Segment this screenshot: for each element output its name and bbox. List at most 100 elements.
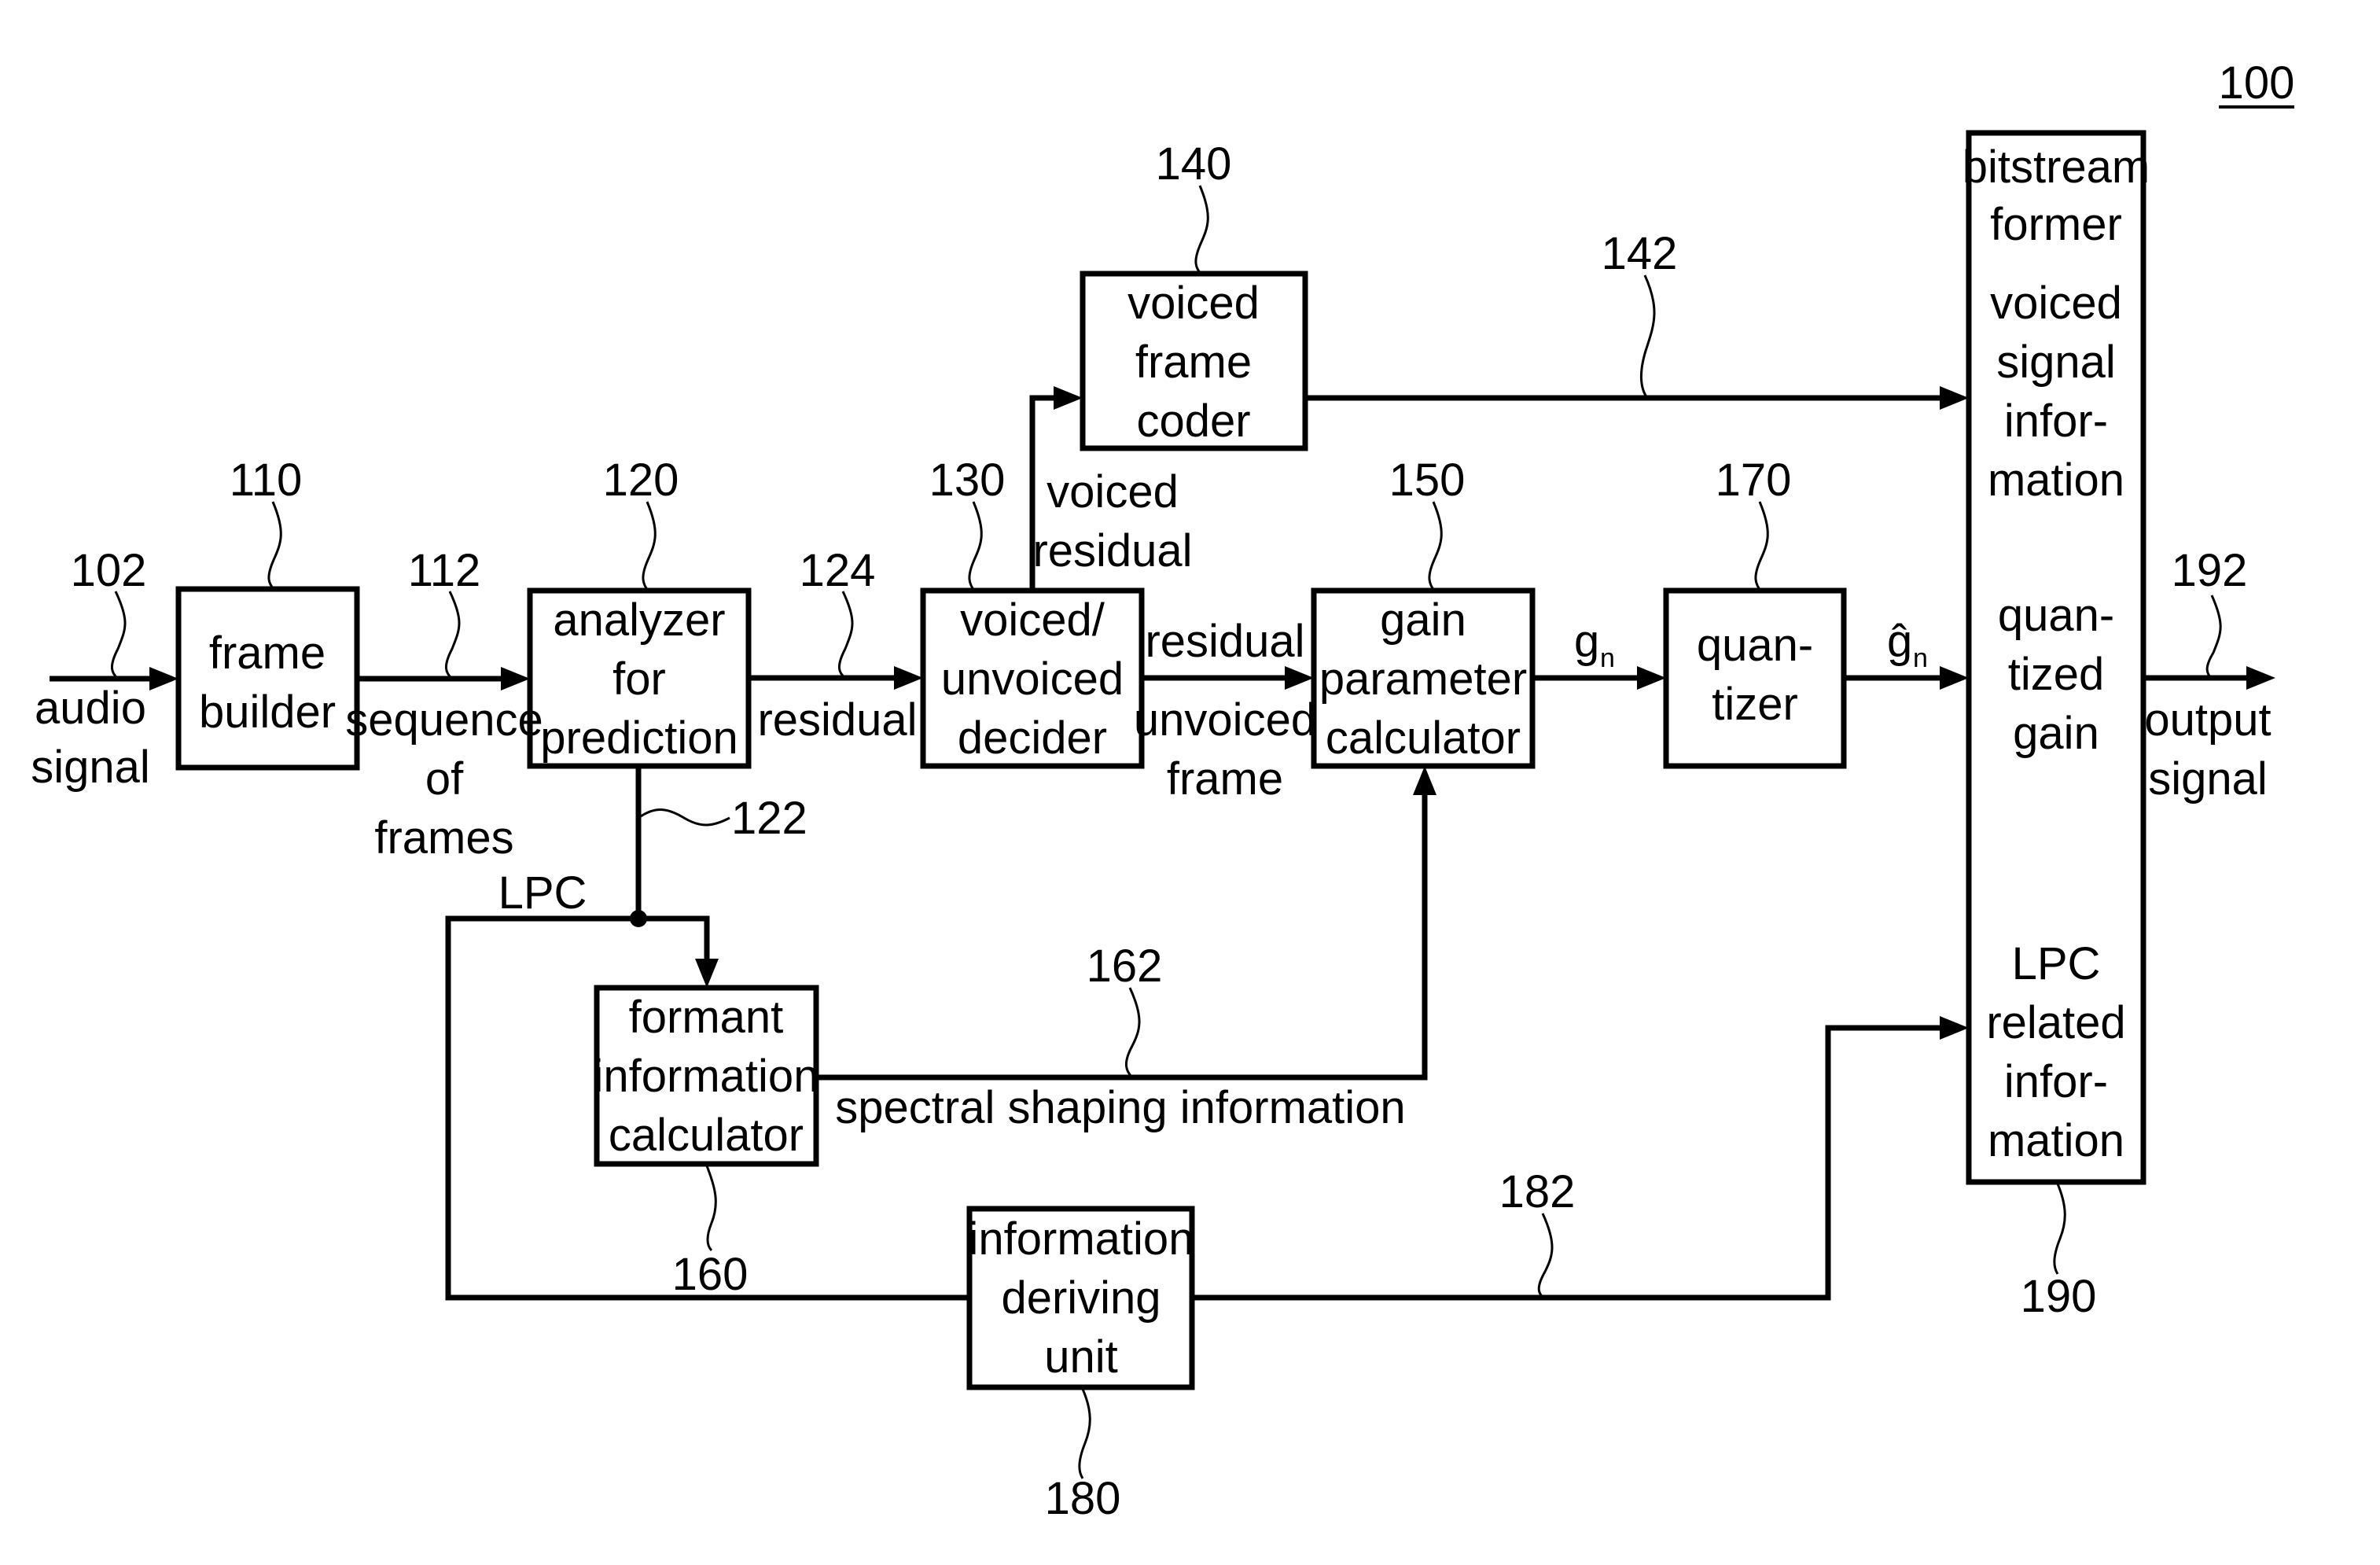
encoder-block-diagram: 100 frame builder analyzer for predictio… [31, 57, 2295, 1524]
info-deriving-line-1: information [969, 1213, 1194, 1265]
figure-number: 100 [2219, 57, 2295, 109]
arrowhead-unvoiced [1285, 666, 1314, 690]
ref-182-text: 182 [1499, 1166, 1576, 1217]
spectral-shaping-label: spectral shaping information [835, 1082, 1405, 1133]
ref-130: 130 [929, 455, 1006, 591]
ref-180-leader [1078, 1386, 1091, 1479]
ref-122-text: 122 [731, 793, 807, 844]
frames-line-3: frames [374, 812, 513, 864]
arrowhead-audio-in [149, 667, 178, 690]
wire-lpc-info [1192, 1025, 1955, 1301]
ref-140-leader [1194, 185, 1209, 274]
frame-builder-line-2: builder [199, 687, 336, 738]
ref-192: 192 [2172, 545, 2248, 679]
ref-124-text: 124 [800, 545, 876, 596]
ref-170-leader [1754, 501, 1769, 591]
ref-190-text: 190 [2021, 1271, 2097, 1322]
info-deriving-line-2: deriving [1001, 1272, 1161, 1324]
frames-line-1: sequence [345, 694, 543, 746]
arrowhead-voiced-residual [1054, 386, 1083, 410]
bitstream-gain-3: gain [2013, 708, 2099, 759]
gain-symbol-g: g [1574, 616, 1599, 667]
ref-122: 122 [640, 793, 807, 844]
ref-130-text: 130 [929, 455, 1006, 506]
unvoiced-residual-line-2: frame [1167, 753, 1283, 805]
bitstream-voiced-2: signal [1996, 337, 2116, 388]
quantized-gain-symbol-subscript: n [1913, 643, 1928, 673]
unvoiced-residual-top: residual [1145, 616, 1304, 667]
ref-124-leader [838, 591, 854, 679]
arrowhead-frames [501, 667, 530, 690]
analyzer-line-1: analyzer [553, 595, 725, 646]
ref-190: 190 [2021, 1181, 2097, 1322]
ref-182-leader [1537, 1213, 1554, 1299]
quantizer-line-1: quan- [1697, 620, 1813, 671]
gain-symbol: g n [1574, 616, 1615, 673]
ref-170-text: 170 [1716, 455, 1792, 506]
block-vuv-decider: voiced/ unvoiced decider [920, 587, 1145, 769]
bitstream-lpc-2: related [1986, 997, 2125, 1048]
output-signal-line-1: output [2144, 694, 2271, 746]
arrowhead-quantized-gain [1940, 666, 1969, 690]
bitstream-voiced-3: infor- [2004, 396, 2108, 447]
audio-signal-line-1: audio [35, 683, 146, 734]
ref-150: 150 [1389, 455, 1466, 591]
ref-180-text: 180 [1045, 1473, 1121, 1524]
bitstream-gain-2: tized [2008, 649, 2105, 700]
arrowhead-output [2246, 666, 2275, 690]
ref-162: 162 [1087, 941, 1162, 1079]
voiced-residual-line-2: residual [1032, 525, 1192, 576]
arrowhead-gain [1637, 666, 1666, 690]
decider-line-1: voiced/ [960, 595, 1105, 646]
block-analyzer: analyzer for prediction [527, 587, 752, 769]
arrowhead-lpc-to-formant [695, 959, 719, 988]
ref-170: 170 [1716, 455, 1792, 591]
unvoiced-residual-line-1: unvoiced [1134, 694, 1316, 746]
formant-line-2: information [594, 1051, 819, 1102]
arrowhead-voiced-info [1940, 386, 1969, 410]
wire-spectral-shaping [816, 779, 1428, 1081]
bitstream-lpc-1: LPC [2012, 938, 2101, 989]
block-frame-builder: frame builder [175, 586, 360, 771]
ref-110-leader [267, 501, 282, 590]
ref-124: 124 [800, 545, 876, 679]
frames-line-2: of [425, 753, 464, 805]
bitstream-title-1: bitstream [1962, 142, 2150, 193]
frame-builder-line-1: frame [209, 628, 326, 679]
ref-112-text: 112 [408, 545, 480, 596]
ref-192-text: 192 [2172, 545, 2248, 596]
bitstream-title-2: former [1990, 199, 2122, 250]
voiced-coder-line-1: voiced [1127, 278, 1260, 329]
bitstream-gain-1: quan- [1998, 590, 2114, 641]
gain-calc-line-1: gain [1380, 595, 1466, 646]
analyzer-line-2: for [612, 654, 666, 705]
bitstream-voiced-4: mation [1988, 455, 2124, 506]
ref-120-text: 120 [603, 455, 679, 506]
figure-number-text: 100 [2219, 57, 2295, 109]
ref-192-leader [2205, 595, 2222, 679]
block-bitstream-former: bitstream former voiced signal infor- ma… [1962, 130, 2150, 1185]
ref-160-text: 160 [672, 1249, 749, 1300]
gain-calc-line-3: calculator [1326, 713, 1521, 764]
bitstream-lpc-4: mation [1988, 1115, 2124, 1166]
lpc-label: LPC [498, 867, 587, 919]
ref-150-text: 150 [1389, 455, 1466, 506]
voiced-coder-line-2: frame [1135, 337, 1252, 388]
ref-150-leader [1428, 501, 1443, 591]
gain-symbol-subscript: n [1600, 643, 1615, 673]
ref-160: 160 [672, 1163, 749, 1300]
ref-110-text: 110 [230, 455, 302, 506]
ref-102: 102 [71, 545, 146, 680]
arrowhead-residual [894, 666, 923, 690]
formant-line-1: formant [629, 992, 784, 1043]
voiced-residual-line-1: voiced [1047, 466, 1179, 517]
ref-190-leader [2053, 1181, 2066, 1275]
arrowhead-spectral-shaping [1413, 766, 1436, 795]
bitstream-voiced-1: voiced [1990, 278, 2122, 329]
output-signal-line-2: signal [2148, 753, 2268, 805]
ref-112-leader [445, 591, 461, 680]
bitstream-lpc-3: infor- [2004, 1056, 2108, 1107]
block-voiced-coder: voiced frame coder [1080, 271, 1308, 451]
voiced-coder-line-3: coder [1136, 396, 1250, 447]
ref-120: 120 [603, 455, 679, 591]
